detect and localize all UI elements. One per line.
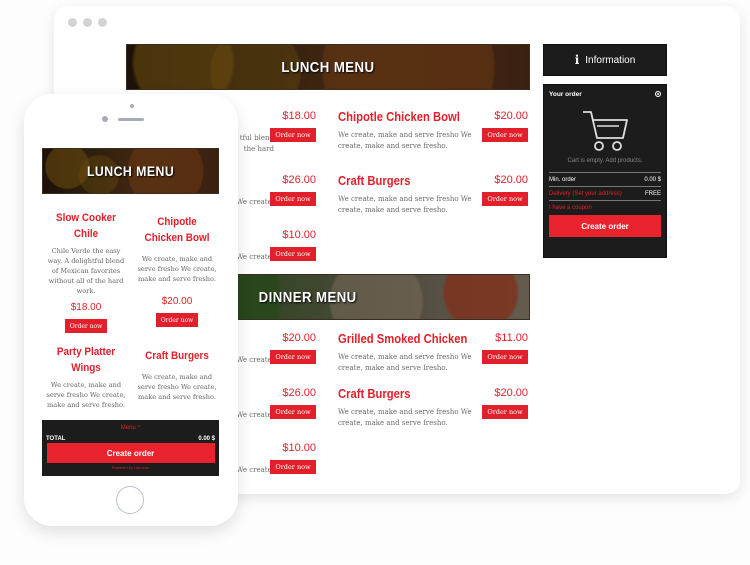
mobile-lunch-banner: LUNCH MENU xyxy=(42,148,219,194)
menu-item: Craft Burgers $20.00 We create, make and… xyxy=(338,174,528,216)
total-value: 0.00 $ xyxy=(198,436,215,442)
item-name: Craft Burgers xyxy=(338,387,411,401)
dinner-menu-title: DINNER MENU xyxy=(259,288,357,306)
item-price: $11.00 xyxy=(495,332,528,344)
mobile-menu-title: LUNCH MENU xyxy=(86,163,175,179)
item-description: We create, make and serve fresho We crea… xyxy=(137,255,217,283)
item-description: We create, make and serve fresho We crea… xyxy=(46,381,126,409)
item-name: Party Platter Wings xyxy=(56,346,116,374)
lunch-menu-title: LUNCH MENU xyxy=(281,58,375,76)
settings-icon[interactable] xyxy=(655,91,661,97)
window-dot-icon[interactable] xyxy=(68,18,77,27)
create-order-button[interactable]: Create order xyxy=(549,215,661,237)
item-price: $20.00 xyxy=(494,174,528,186)
order-panel: Your order Cart is empty. Add products. … xyxy=(543,84,667,258)
mobile-menu-item: Slow Cooker Chile Chile Verde the easy w… xyxy=(45,210,127,333)
information-button[interactable]: i Information xyxy=(543,44,667,76)
item-price: $26.00 xyxy=(282,174,316,186)
item-name: Chipotle Chicken Bowl xyxy=(338,110,460,124)
order-sidebar: i Information Your order Cart is empty. … xyxy=(543,44,667,258)
order-now-button[interactable]: Order now xyxy=(270,192,316,206)
window-dot-icon[interactable] xyxy=(83,18,92,27)
delivery-value: FREE xyxy=(644,191,661,197)
item-description: We create, make and serve fresho We crea… xyxy=(338,131,472,150)
order-now-button[interactable]: Order now xyxy=(270,460,316,474)
window-dot-icon[interactable] xyxy=(98,18,107,27)
speaker-icon xyxy=(118,118,144,121)
cart-icon xyxy=(583,111,628,151)
item-name: Chipotle Chicken Bowl xyxy=(144,216,210,244)
min-order-label: Min. order xyxy=(549,177,577,183)
info-icon: i xyxy=(574,53,580,67)
delivery-row[interactable]: Delivery (Set your address) FREE xyxy=(549,186,661,200)
order-now-button[interactable]: Order now xyxy=(270,247,316,261)
mobile-menu-item: Craft Burgers We create, make and serve … xyxy=(136,348,218,402)
order-now-button[interactable]: Order now xyxy=(482,405,528,419)
delivery-label[interactable]: Delivery (Set your address) xyxy=(549,191,622,197)
item-price: $26.00 xyxy=(282,387,316,399)
item-name: Craft Burgers xyxy=(338,174,411,188)
item-name: Grilled Smoked Chicken xyxy=(338,332,468,346)
item-price: $10.00 xyxy=(282,442,316,454)
lunch-menu-banner: LUNCH MENU xyxy=(126,44,530,90)
mobile-menu-item: Chipotle Chicken Bowl We create, make an… xyxy=(136,214,218,327)
order-now-button[interactable]: Order now xyxy=(482,128,528,142)
item-price: $10.00 xyxy=(282,229,316,241)
order-title: Your order xyxy=(549,91,582,98)
camera-icon xyxy=(102,116,108,122)
item-price: $18.00 xyxy=(282,110,316,122)
item-description: We create, make and serve fresho We crea… xyxy=(338,195,472,214)
information-label: Information xyxy=(585,54,636,66)
menu-toggle[interactable]: Menu ^ xyxy=(42,425,219,431)
item-description: We create, make and serve fresho We crea… xyxy=(137,373,217,401)
order-header: Your order xyxy=(549,91,661,98)
item-description: We create, make and serve fresho We crea… xyxy=(338,408,472,427)
item-description: We create, make and serve fresho We crea… xyxy=(338,353,472,372)
order-now-button[interactable]: Order now xyxy=(65,319,107,333)
order-now-button[interactable]: Order now xyxy=(270,405,316,419)
order-now-button[interactable]: Order now xyxy=(156,313,198,327)
total-row: TOTAL 0.00 $ xyxy=(42,436,219,442)
item-price: $20.00 xyxy=(161,296,193,307)
menu-item: Chipotle Chicken Bowl $20.00 We create, … xyxy=(338,110,528,152)
coupon-link[interactable]: I have a coupon xyxy=(549,200,661,215)
mobile-menu-item: Party Platter Wings We create, make and … xyxy=(45,344,127,410)
min-order-row: Min. order 0.00 $ xyxy=(549,172,661,186)
home-button[interactable] xyxy=(116,486,144,514)
cart-empty-message: Cart is empty. Add products. xyxy=(567,158,643,164)
order-now-button[interactable]: Order now xyxy=(482,192,528,206)
menu-item: Grilled Smoked Chicken $11.00 We create,… xyxy=(338,332,528,374)
item-name: Slow Cooker Chile xyxy=(56,212,116,240)
order-now-button[interactable]: Order now xyxy=(482,350,528,364)
phone-screen: LUNCH MENU Slow Cooker Chile Chile Verde… xyxy=(42,148,219,476)
order-now-button[interactable]: Order now xyxy=(270,128,316,142)
item-price: $20.00 xyxy=(282,332,316,344)
menu-item: Craft Burgers $20.00 We create, make and… xyxy=(338,387,528,429)
item-description: Chile Verde the easy way. A delightful b… xyxy=(47,247,125,295)
sensor-icon xyxy=(130,104,134,108)
mobile-create-order-button[interactable]: Create order xyxy=(46,443,215,463)
item-price: $20.00 xyxy=(494,387,528,399)
item-price: $20.00 xyxy=(494,110,528,122)
total-label: TOTAL xyxy=(46,436,66,442)
item-name: Craft Burgers xyxy=(145,350,209,362)
phone-mockup: LUNCH MENU Slow Cooker Chile Chile Verde… xyxy=(24,94,238,526)
order-now-button[interactable]: Order now xyxy=(270,350,316,364)
mobile-order-bar: Menu ^ TOTAL 0.00 $ Create order Powered… xyxy=(42,420,219,476)
min-order-value: 0.00 $ xyxy=(644,177,661,183)
powered-by-label: Powered by Upmenu xyxy=(111,465,150,470)
window-controls xyxy=(68,18,107,27)
item-price: $18.00 xyxy=(70,302,102,313)
